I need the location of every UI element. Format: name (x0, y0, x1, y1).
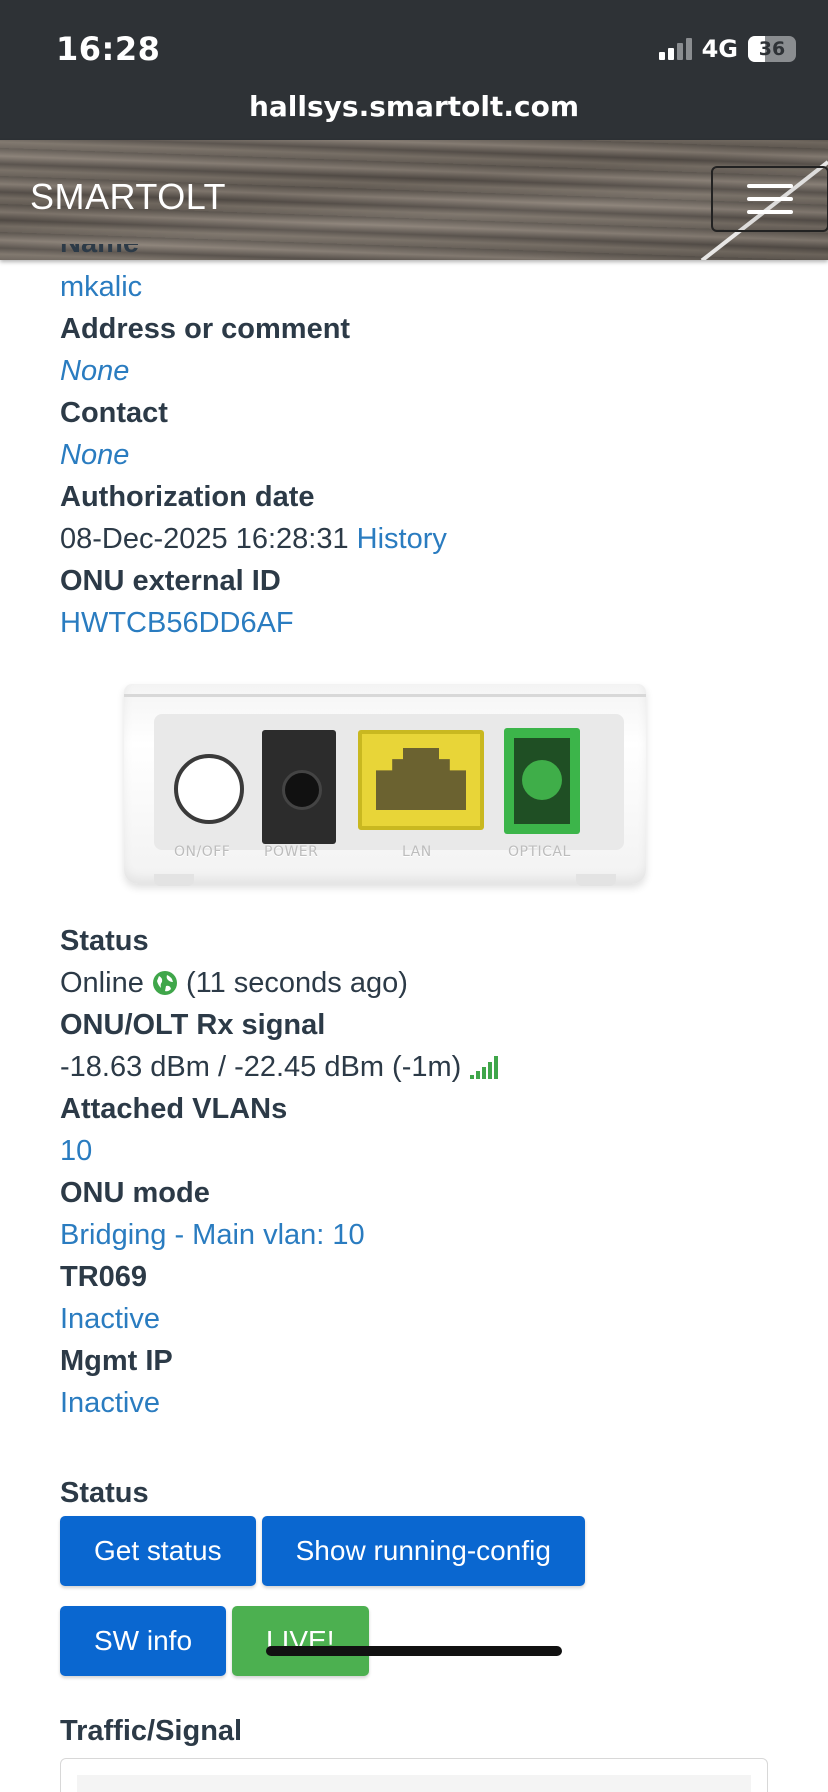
status-label: Status (60, 925, 149, 957)
vlans-label: Attached VLANs (60, 1093, 288, 1125)
rx-signal-value: -18.63 dBm / -22.45 dBm (-1m) (60, 1051, 462, 1083)
cellular-signal-icon (658, 38, 692, 60)
port-label-power: POWER (264, 844, 319, 860)
port-label-optical: OPTICAL (508, 844, 571, 860)
battery-icon: 36 (748, 36, 796, 62)
status-row: Online (11 seconds ago) (60, 962, 780, 1004)
status-ago: (11 seconds ago) (185, 967, 408, 999)
onu-mode-value[interactable]: Bridging - Main vlan: 10 (60, 1214, 780, 1256)
contact-value[interactable]: None (60, 434, 780, 476)
onu-device-image: ON/OFF POWER LAN OPTICAL (116, 684, 646, 894)
rx-signal-label: ONU/OLT Rx signal (60, 1009, 326, 1041)
onoff-button-icon (174, 754, 244, 824)
lan-port-icon (358, 730, 484, 830)
show-running-config-button[interactable]: Show running-config (261, 1516, 585, 1586)
name-value[interactable]: mkalic (60, 266, 780, 308)
get-status-button[interactable]: Get status (60, 1516, 256, 1586)
optical-port-icon (504, 728, 580, 834)
home-indicator[interactable] (266, 1646, 562, 1656)
traffic-signal-title: Traffic/Signal (60, 1715, 243, 1747)
mgmt-ip-value[interactable]: Inactive (60, 1382, 780, 1424)
contact-label: Contact (60, 397, 168, 429)
actions-section-title: Status (60, 1477, 149, 1509)
actions-row-2: SW info LIVE! (60, 1606, 780, 1676)
authorization-date-row: 08-Dec-2025 16:28:31 History (60, 518, 780, 560)
address-bar-url[interactable]: hallsys.smartolt.com (0, 90, 828, 123)
port-label-onoff: ON/OFF (174, 844, 231, 860)
tr069-value[interactable]: Inactive (60, 1298, 780, 1340)
status-value: Online (60, 967, 144, 999)
port-label-lan: LAN (402, 844, 432, 860)
site-navbar: SMARTOLT (0, 140, 828, 260)
traffic-signal-panel (60, 1758, 768, 1792)
system-icons: 4G 36 (658, 34, 796, 64)
address-label: Address or comment (60, 313, 351, 345)
address-value[interactable]: None (60, 350, 780, 392)
name-label: Name (60, 244, 780, 264)
status-bar: 16:28 4G 36 hallsys.smartolt.com (0, 0, 828, 140)
network-type: 4G (701, 35, 738, 63)
external-id-value[interactable]: HWTCB56DD6AF (60, 602, 780, 644)
signal-strength-icon (470, 1056, 499, 1079)
online-globe-icon (152, 971, 177, 995)
hamburger-menu-icon[interactable] (711, 166, 828, 232)
mgmt-ip-label: Mgmt IP (60, 1345, 173, 1377)
sw-info-button[interactable]: SW info (60, 1606, 227, 1676)
onu-details: Name mkalic Address or comment None Cont… (60, 244, 780, 1792)
live-button[interactable]: LIVE! (232, 1606, 369, 1676)
actions-row-1: Get status Show running-config (60, 1516, 780, 1586)
onu-mode-label: ONU mode (60, 1177, 210, 1209)
name-label-clipped: Name (60, 244, 780, 266)
power-port-icon (262, 730, 336, 844)
vlans-value[interactable]: 10 (60, 1130, 780, 1172)
tr069-label: TR069 (60, 1261, 148, 1293)
status-block: Status Online (11 seconds ago) ONU/OLT R… (60, 920, 780, 1424)
history-link[interactable]: History (357, 523, 447, 555)
external-id-label: ONU external ID (60, 565, 281, 597)
authorization-date-value: 08-Dec-2025 16:28:31 (60, 523, 349, 555)
clock: 16:28 (56, 30, 161, 68)
rx-signal-row: -18.63 dBm / -22.45 dBm (-1m) (60, 1046, 780, 1088)
brand-logo[interactable]: SMARTOLT (30, 176, 226, 218)
battery-percent: 36 (758, 38, 786, 60)
authorization-date-label: Authorization date (60, 481, 315, 513)
